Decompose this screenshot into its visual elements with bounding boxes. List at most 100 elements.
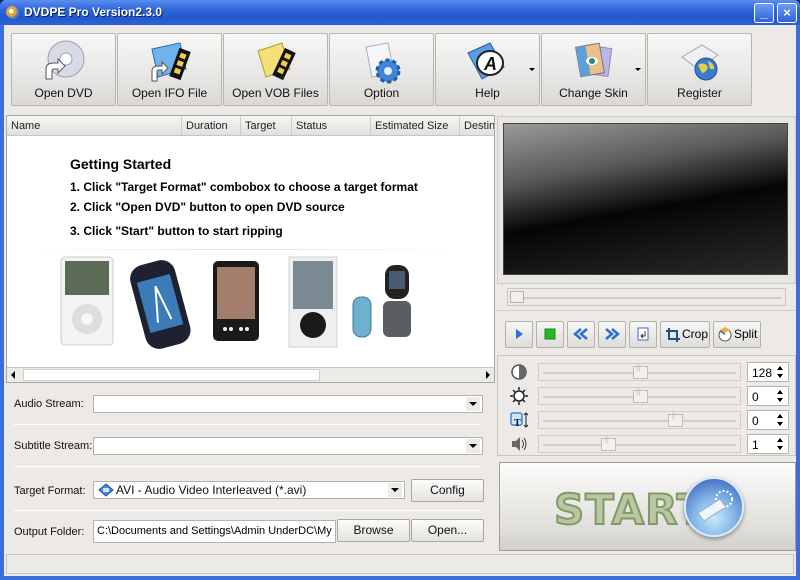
seek-thumb[interactable] <box>510 291 524 303</box>
open-folder-button[interactable]: Open... <box>411 519 484 542</box>
brightness-spin-arrows[interactable] <box>776 389 786 403</box>
gear-icon <box>364 42 400 84</box>
subtitle-stream-combobox[interactable] <box>93 437 483 455</box>
contrast-spinbox[interactable]: 128 <box>747 362 789 382</box>
contrast-spin-arrows[interactable] <box>776 365 786 379</box>
subtitle-position-spin-arrows[interactable] <box>776 413 786 427</box>
contrast-slider-thumb[interactable] <box>632 365 648 379</box>
minimize-button[interactable]: _ <box>754 3 774 23</box>
help-label: Help <box>475 86 500 100</box>
open-dvd-button[interactable]: Open DVD <box>11 33 116 106</box>
getting-started-step-1: 1. Click "Target Format" combobox to cho… <box>70 180 418 194</box>
rewind-button[interactable] <box>567 321 595 348</box>
fast-forward-icon <box>605 328 620 340</box>
crop-button[interactable]: Crop <box>660 321 710 348</box>
column-target[interactable]: Target <box>241 116 292 135</box>
change-skin-label: Change Skin <box>559 86 628 100</box>
brightness-slider-thumb[interactable] <box>632 389 648 403</box>
open-ifo-file-button[interactable]: Open IFO File <box>117 33 222 106</box>
getting-started-divider <box>27 249 457 250</box>
app-icon <box>6 6 19 19</box>
skin-icon <box>574 42 612 78</box>
column-status[interactable]: Status <box>292 116 371 135</box>
browse-button[interactable]: Browse <box>337 519 410 542</box>
devices-illustration <box>60 256 411 349</box>
help-dropdown-arrow[interactable] <box>529 68 535 71</box>
open-vob-files-label: Open VOB Files <box>232 86 319 100</box>
help-icon: A <box>466 42 505 80</box>
subtitle-position-value: 0 <box>752 414 759 428</box>
open-vob-files-button[interactable]: Open VOB Files <box>223 33 328 106</box>
psp-device-image <box>130 260 191 349</box>
play-button[interactable] <box>505 321 533 348</box>
fast-forward-button[interactable] <box>598 321 626 348</box>
audio-stream-combobox[interactable] <box>93 395 483 413</box>
snapshot-button[interactable] <box>629 321 657 348</box>
volume-slider[interactable] <box>538 435 741 453</box>
mobile-phone-device-image <box>352 265 411 338</box>
getting-started-step-3: 3. Click "Start" button to start ripping <box>70 224 283 238</box>
zune-device-image <box>288 256 338 348</box>
play-icon <box>516 329 523 339</box>
horizontal-scrollbar[interactable] <box>7 367 494 382</box>
option-label: Option <box>363 86 400 100</box>
output-folder-field[interactable]: C:\Documents and Settings\Admin UnderDC\… <box>93 520 336 543</box>
target-format-combobox[interactable]: AVI - Audio Video Interleaved (*.avi) <box>93 481 405 499</box>
column-destination[interactable]: Destin <box>460 116 494 135</box>
column-estimated-size[interactable]: Estimated Size <box>371 116 460 135</box>
scroll-left-arrow[interactable] <box>11 371 15 379</box>
config-button[interactable]: Config <box>411 479 484 502</box>
vob-files-icon <box>256 42 296 81</box>
avi-format-icon <box>98 483 114 497</box>
volume-spinbox[interactable]: 1 <box>747 434 789 454</box>
volume-slider-thumb[interactable] <box>601 437 617 451</box>
snapshot-icon <box>637 327 649 341</box>
rewind-icon <box>573 328 588 340</box>
brightness-value: 0 <box>752 390 759 404</box>
subtitle-position-slider[interactable] <box>538 411 741 429</box>
start-button[interactable]: START <box>499 462 796 551</box>
help-button[interactable]: A Help <box>435 33 540 106</box>
change-skin-button[interactable]: Change Skin <box>541 33 646 106</box>
brightness-slider[interactable] <box>538 387 741 405</box>
contrast-value: 128 <box>752 366 773 380</box>
scrollbar-thumb[interactable] <box>23 369 320 381</box>
subtitle-position-slider-thumb[interactable] <box>667 413 683 427</box>
svg-text:T: T <box>514 418 521 429</box>
volume-value: 1 <box>752 438 759 452</box>
brightness-spinbox[interactable]: 0 <box>747 386 789 406</box>
audio-stream-dropdown-arrow[interactable] <box>466 397 480 411</box>
stop-button[interactable] <box>536 321 564 348</box>
contrast-icon <box>511 364 527 380</box>
app-window: DVDPE Pro Version2.3.0 _ × Open DVD Open… <box>0 0 800 580</box>
video-preview <box>503 123 788 275</box>
form-divider <box>14 424 480 425</box>
contrast-slider[interactable] <box>538 363 741 381</box>
title-bar[interactable]: DVDPE Pro Version2.3.0 _ × <box>0 0 800 25</box>
option-button[interactable]: Option <box>329 33 434 106</box>
close-button[interactable]: × <box>777 3 797 23</box>
seek-slider[interactable] <box>507 288 786 306</box>
status-bar <box>6 554 794 574</box>
register-button[interactable]: Register <box>647 33 752 106</box>
column-duration[interactable]: Duration <box>182 116 241 135</box>
subtitle-stream-dropdown-arrow[interactable] <box>466 439 480 453</box>
volume-icon <box>512 437 527 451</box>
svg-text:A: A <box>483 54 497 74</box>
seek-track <box>522 297 781 299</box>
target-format-label: Target Format: <box>14 485 86 497</box>
subtitle-position-spinbox[interactable]: 0 <box>747 410 789 430</box>
scroll-right-arrow[interactable] <box>486 371 490 379</box>
window-title: DVDPE Pro Version2.3.0 <box>24 5 163 19</box>
target-format-dropdown-arrow[interactable] <box>388 483 402 497</box>
ifo-file-icon <box>150 42 191 82</box>
column-name[interactable]: Name <box>7 116 182 135</box>
open-dvd-label: Open DVD <box>34 86 93 100</box>
form-divider <box>14 466 480 467</box>
split-button[interactable]: Split <box>713 321 761 348</box>
video-adjustments: 128 0 T 0 1 <box>497 355 796 456</box>
volume-spin-arrows[interactable] <box>776 437 786 451</box>
subtitle-stream-label: Subtitle Stream: <box>14 440 93 452</box>
change-skin-dropdown-arrow[interactable] <box>635 68 641 71</box>
file-list[interactable]: Name Duration Target Status Estimated Si… <box>6 115 495 383</box>
